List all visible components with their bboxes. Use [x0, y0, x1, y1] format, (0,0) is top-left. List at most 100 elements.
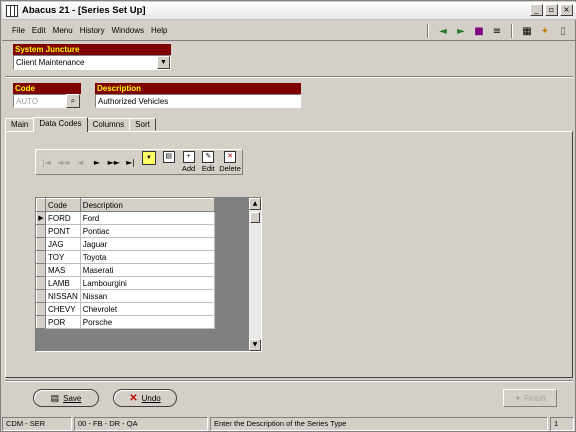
description-label: Description: [95, 83, 301, 94]
tab-main[interactable]: Main: [5, 118, 35, 131]
current-row-arrow-icon: ▶: [36, 211, 46, 225]
print-button[interactable]: ▤: [159, 151, 179, 173]
description-field[interactable]: Authorized Vehicles: [95, 94, 301, 108]
description-cell[interactable]: Pontiac: [80, 224, 215, 238]
tab-columns[interactable]: Columns: [86, 118, 131, 131]
menu-history[interactable]: History: [80, 26, 105, 35]
system-juncture-select[interactable]: Client Maintenance ▼: [13, 55, 171, 70]
tab-data-codes[interactable]: Data Codes: [33, 117, 88, 132]
status-bar: CDM - SER 00 - FB - DR - QA Enter the De…: [2, 417, 576, 431]
code-field[interactable]: AUTO: [13, 94, 69, 108]
table-row[interactable]: TOY Toyota: [36, 250, 215, 264]
filter-button[interactable]: ▼: [139, 151, 159, 173]
grid-header-row: Code Description: [36, 198, 215, 212]
finish-button[interactable]: ✦ Finish: [503, 389, 557, 407]
tab-sort[interactable]: Sort: [129, 118, 156, 131]
code-cell[interactable]: CHEVY: [45, 302, 81, 316]
table-row[interactable]: CHEVY Chevrolet: [36, 302, 215, 316]
toolbar-divider: [427, 24, 429, 38]
delete-record-icon: ✕: [224, 151, 237, 163]
menu-edit[interactable]: Edit: [32, 26, 46, 35]
code-cell[interactable]: LAMB: [45, 276, 81, 290]
column-header-description[interactable]: Description: [79, 198, 215, 212]
scroll-down-icon[interactable]: ▼: [249, 339, 261, 351]
navigation-toolbar: |◄ ◄◄ ◄ ► ►► ►| ▼ ▤ + Add ✎ Edit ✕ Delet…: [35, 149, 243, 175]
code-cell[interactable]: NISSAN: [45, 289, 81, 303]
grid-scrollbar[interactable]: ▲ ▼: [249, 198, 261, 351]
code-cell[interactable]: PONT: [45, 224, 81, 238]
minimize-button[interactable]: _: [530, 4, 543, 16]
menu-menu[interactable]: Menu: [53, 26, 73, 35]
finish-label: Finish: [524, 393, 546, 403]
tab-strip: Main Data Codes Columns Sort: [5, 117, 156, 132]
menu-windows[interactable]: Windows: [112, 26, 144, 35]
description-cell[interactable]: Toyota: [80, 250, 215, 264]
close-button[interactable]: ×: [560, 4, 573, 16]
add-label: Add: [181, 164, 196, 173]
table-row[interactable]: LAMB Lambourgini: [36, 276, 215, 290]
status-count: 1: [550, 417, 574, 431]
table-row[interactable]: NISSAN Nissan: [36, 289, 215, 303]
description-cell[interactable]: Chevrolet: [80, 302, 215, 316]
undo-button[interactable]: ✕ Undo: [113, 389, 177, 407]
menu-help[interactable]: Help: [151, 26, 167, 35]
toolbar-divider: [511, 24, 513, 38]
code-cell[interactable]: FORD: [45, 211, 81, 225]
edit-label: Edit: [201, 164, 215, 173]
description-cell[interactable]: Maserati: [80, 263, 215, 277]
next-page-icon[interactable]: ►►: [105, 152, 122, 172]
forward-arrow-icon[interactable]: ►: [453, 23, 469, 39]
description-cell[interactable]: Jaguar: [80, 237, 215, 251]
divider: [5, 76, 573, 78]
column-header-code[interactable]: Code: [45, 198, 81, 212]
description-cell[interactable]: Porsche: [80, 315, 215, 329]
delete-button[interactable]: ✕ Delete: [218, 151, 242, 173]
code-cell[interactable]: POR: [45, 315, 81, 329]
exit-door-icon[interactable]: ▯: [555, 23, 571, 39]
add-button[interactable]: + Add: [179, 151, 199, 173]
calculator-icon[interactable]: ▦: [519, 23, 535, 39]
divider: [5, 380, 573, 382]
description-cell[interactable]: Nissan: [80, 289, 215, 303]
description-cell[interactable]: Ford: [80, 211, 215, 225]
menu-file[interactable]: File: [12, 26, 25, 35]
books-icon[interactable]: ■: [471, 23, 487, 39]
previous-record-icon[interactable]: ◄: [72, 152, 89, 172]
description-cell[interactable]: Lambourgini: [80, 276, 215, 290]
code-cell[interactable]: JAG: [45, 237, 81, 251]
run-icon[interactable]: ✦: [537, 23, 553, 39]
restore-button[interactable]: ▫: [545, 4, 558, 16]
table-row[interactable]: MAS Maserati: [36, 263, 215, 277]
row-indicator: [36, 276, 46, 290]
app-icon: [6, 4, 18, 17]
first-record-icon[interactable]: |◄: [38, 152, 55, 172]
scroll-up-icon[interactable]: ▲: [249, 198, 261, 210]
code-cell[interactable]: MAS: [45, 263, 81, 277]
row-indicator: [36, 289, 46, 303]
undo-label: Undo: [141, 393, 161, 403]
table-row[interactable]: POR Porsche: [36, 315, 215, 329]
printer-icon: ▤: [162, 151, 175, 163]
data-codes-grid[interactable]: Code Description ▶ FORD Ford PONT Pontia…: [35, 197, 262, 352]
next-record-icon[interactable]: ►: [88, 152, 105, 172]
row-indicator: [36, 302, 46, 316]
back-arrow-icon[interactable]: ◄: [435, 23, 451, 39]
last-record-icon[interactable]: ►|: [122, 152, 139, 172]
table-row[interactable]: PONT Pontiac: [36, 224, 215, 238]
lookup-icon[interactable]: ⌕: [66, 94, 80, 108]
code-label: Code: [13, 83, 81, 94]
window-title: Abacus 21 - [Series Set Up]: [22, 5, 146, 16]
save-button[interactable]: ▤ Save: [33, 389, 99, 407]
previous-page-icon[interactable]: ◄◄: [55, 152, 72, 172]
finish-icon: ✦: [514, 393, 522, 403]
status-module: CDM - SER: [2, 417, 72, 431]
edit-button[interactable]: ✎ Edit: [198, 151, 218, 173]
table-row[interactable]: ▶ FORD Ford: [36, 211, 215, 225]
save-label: Save: [63, 393, 82, 403]
chevron-down-icon[interactable]: ▼: [157, 56, 170, 69]
table-row[interactable]: JAG Jaguar: [36, 237, 215, 251]
notes-icon[interactable]: ≡: [489, 23, 505, 39]
code-cell[interactable]: TOY: [45, 250, 81, 264]
edit-record-icon: ✎: [202, 151, 215, 163]
scroll-thumb[interactable]: [250, 212, 260, 223]
